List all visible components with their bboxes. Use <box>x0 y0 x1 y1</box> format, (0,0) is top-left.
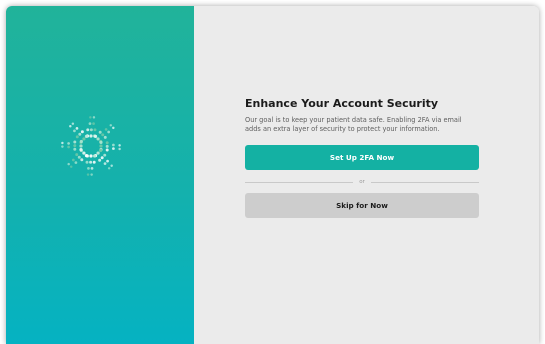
flower-logo-icon <box>61 116 121 176</box>
logo-petal <box>61 140 83 152</box>
brand-panel <box>6 6 194 344</box>
logo-petal <box>93 124 115 144</box>
skip-button[interactable]: Skip for Now <box>245 193 479 218</box>
logo-petal <box>85 154 97 176</box>
or-divider: or <box>245 173 480 191</box>
content-panel: Enhance Your Account Security Our goal i… <box>194 6 539 344</box>
security-description: Our goal is to keep your patient data sa… <box>245 116 462 133</box>
logo-petal <box>67 148 89 168</box>
divider-line-right <box>370 181 480 183</box>
app-window: Enhance Your Account Security Our goal i… <box>6 6 539 344</box>
setup-2fa-button[interactable]: Set Up 2FA Now <box>245 145 479 170</box>
page-title: Enhance Your Account Security <box>245 97 439 110</box>
logo-petal <box>85 116 97 138</box>
divider-label: or <box>359 179 365 185</box>
logo-petal <box>93 148 113 170</box>
divider-line-left <box>245 181 354 183</box>
security-prompt-card: Enhance Your Account Security Our goal i… <box>245 97 480 218</box>
logo-petal <box>99 140 121 152</box>
logo-petal <box>69 122 89 144</box>
